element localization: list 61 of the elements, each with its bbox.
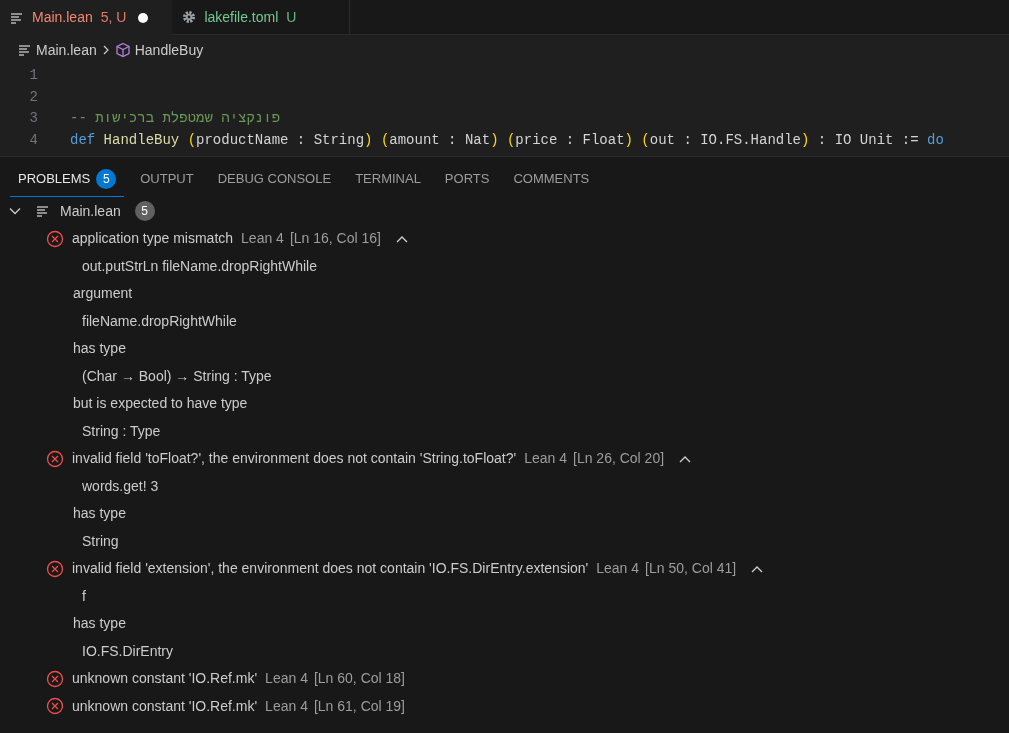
line-number: 4 <box>28 130 38 150</box>
problem-message[interactable]: invalid field 'extension', the environment does not contain 'IO.FS.DirEntry.extension' <box>72 558 589 580</box>
file-lines-icon <box>18 43 32 57</box>
code-excerpt: (Char → Bool) → String : Type <box>82 366 272 386</box>
error-icon <box>46 449 64 468</box>
code-excerpt: String : Type <box>82 421 161 441</box>
code-excerpt: String <box>82 531 119 551</box>
problem-message[interactable]: unknown constant 'IO.Ref.mk' <box>72 695 258 717</box>
code-excerpt: IO.FS.DirEntry <box>82 641 173 661</box>
tab-status: 5, U <box>100 8 127 27</box>
panel-tab[interactable]: OUTPUT <box>132 161 202 197</box>
file-name[interactable]: Main.lean <box>60 200 121 222</box>
detail-label: has type <box>73 614 126 634</box>
detail-label: argument <box>73 284 133 304</box>
code-line: def HandleBuy (productName : String) (amount : Nat) (price : Float) (out : IO.FS.Handle) : IO Unit := do <box>70 130 944 150</box>
problem-message[interactable]: unknown constant 'IO.Ref.mk' <box>72 668 258 690</box>
file-lines-icon <box>10 10 24 25</box>
code-excerpt: out.putStrLn fileName.dropRightWhile <box>82 256 317 276</box>
code-excerpt: f <box>82 586 86 606</box>
problem-source: Lean 4 <box>265 696 308 716</box>
error-icon <box>46 559 64 578</box>
problem-source: Lean 4 <box>524 449 567 469</box>
problem-source: Lean 4 <box>265 669 308 689</box>
editor-tab[interactable]: Main.lean 5, U <box>0 0 173 35</box>
count-badge: 5 <box>96 168 117 189</box>
line-number: 1 <box>28 66 38 86</box>
problem-source: Lean 4 <box>596 559 640 579</box>
detail-label: has type <box>73 504 126 524</box>
problem-message[interactable]: application type mismatch <box>72 228 234 250</box>
error-icon <box>46 669 64 688</box>
gear-icon <box>182 10 197 24</box>
problem-location: [Ln 61, Col 19] <box>313 696 405 716</box>
cube-icon <box>114 42 131 58</box>
problem-message[interactable]: invalid field 'toFloat?', the environment does not contain 'String.toFloat?' <box>72 448 517 470</box>
editor-tab[interactable]: lakefile.toml U <box>172 0 351 35</box>
breadcrumb[interactable]: HandleBuy <box>134 39 204 61</box>
line-number: 3 <box>28 109 38 129</box>
problem-location: [Ln 60, Col 18] <box>313 669 405 689</box>
problem-source: Lean 4 <box>241 229 284 249</box>
tab-status: U <box>286 7 297 27</box>
panel-tab[interactable]: COMMENTS <box>505 161 598 197</box>
error-icon <box>46 229 64 248</box>
line-number: 2 <box>28 87 38 107</box>
breadcrumb[interactable]: Main.lean <box>36 39 97 61</box>
problem-location: [Ln 16, Col 16] <box>289 229 381 249</box>
problem-location: [Ln 50, Col 41] <box>645 559 737 579</box>
panel-tab[interactable]: PROBLEMS 5 <box>10 161 125 197</box>
detail-label: but is expected to have type <box>73 394 248 414</box>
panel-tab[interactable]: DEBUG CONSOLE <box>209 161 340 197</box>
tab-title: lakefile.toml <box>204 7 279 27</box>
tab-title: Main.lean <box>32 8 93 27</box>
code-excerpt: fileName.dropRightWhile <box>82 311 237 331</box>
code-excerpt: words.get! 3 <box>82 476 159 496</box>
error-icon <box>46 697 64 716</box>
panel-tab[interactable]: TERMINAL <box>347 161 429 197</box>
count-badge: 5 <box>134 201 155 221</box>
panel-tab[interactable]: PORTS <box>436 161 498 197</box>
detail-label: has type <box>73 339 126 359</box>
problem-location: [Ln 26, Col 20] <box>573 449 665 469</box>
file-lines-icon <box>36 204 50 218</box>
code-line: -- פונקציה שמטפלת ברכישות <box>70 109 281 129</box>
